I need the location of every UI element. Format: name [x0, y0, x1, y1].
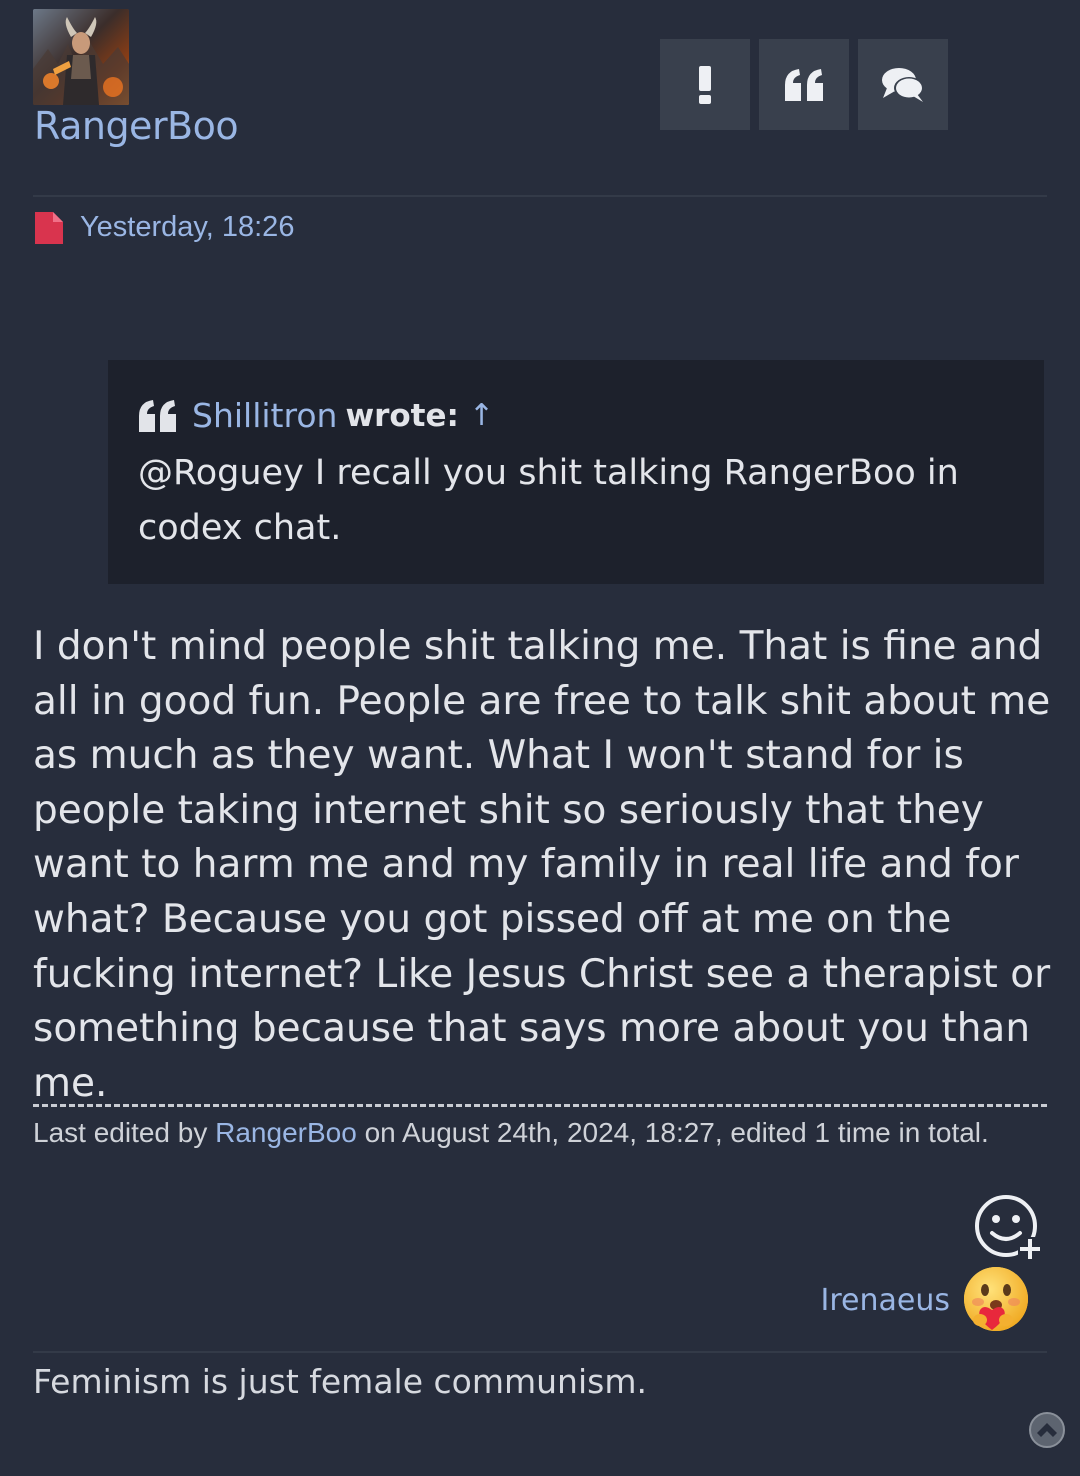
- add-reaction-icon: [975, 1195, 1042, 1261]
- add-reaction-button[interactable]: [974, 1195, 1042, 1261]
- post-body: I don't mind people shit talking me. Tha…: [33, 624, 1051, 1106]
- chevron-up-circle-icon: [1029, 1412, 1065, 1448]
- signature-divider: [33, 1351, 1047, 1353]
- avatar-image: [33, 9, 129, 105]
- reactor-name[interactable]: Irenaeus: [821, 1283, 950, 1318]
- post-meta: Yesterday, 18:26: [35, 211, 294, 244]
- quote-button[interactable]: [759, 39, 849, 130]
- scroll-top-button[interactable]: [1028, 1411, 1066, 1449]
- edit-note-prefix: Last edited by: [33, 1117, 208, 1148]
- quote-block: Shillitron wrote: ↑ @Roguey I recall you…: [108, 360, 1044, 584]
- hugging-heart-emoji[interactable]: [962, 1266, 1030, 1334]
- edit-note: Last edited by RangerBoo on August 24th,…: [33, 1114, 1033, 1152]
- quote-wrote-label: wrote:: [345, 397, 459, 434]
- report-button[interactable]: [660, 39, 750, 130]
- author-username[interactable]: RangerBoo: [34, 104, 239, 148]
- header-divider: [33, 195, 1047, 197]
- quote-source-link[interactable]: ↑: [469, 398, 494, 433]
- post-timestamp[interactable]: Yesterday, 18:26: [80, 211, 294, 244]
- reply-button[interactable]: [858, 39, 948, 130]
- reaction-row: Irenaeus: [821, 1266, 1030, 1334]
- exclamation-icon: [699, 65, 711, 104]
- edit-divider: [33, 1104, 1047, 1107]
- quote-author-link[interactable]: Shillitron: [192, 396, 337, 435]
- edit-note-editor-link[interactable]: RangerBoo: [215, 1117, 357, 1148]
- file-icon: [35, 211, 63, 244]
- quote-text: @Roguey I recall you shit talking Ranger…: [138, 453, 959, 548]
- comments-icon: [882, 67, 924, 102]
- edit-note-suffix: on August 24th, 2024, 18:27, edited 1 ti…: [364, 1117, 989, 1148]
- quote-icon: [785, 68, 823, 101]
- user-avatar[interactable]: [33, 9, 129, 105]
- post: RangerBoo Yesterday, 18:26 Shillitron wr…: [0, 0, 1080, 1476]
- quote-icon: [139, 399, 176, 432]
- user-signature: Feminism is just female communism.: [33, 1362, 647, 1401]
- quote-header: Shillitron wrote: ↑: [138, 396, 494, 435]
